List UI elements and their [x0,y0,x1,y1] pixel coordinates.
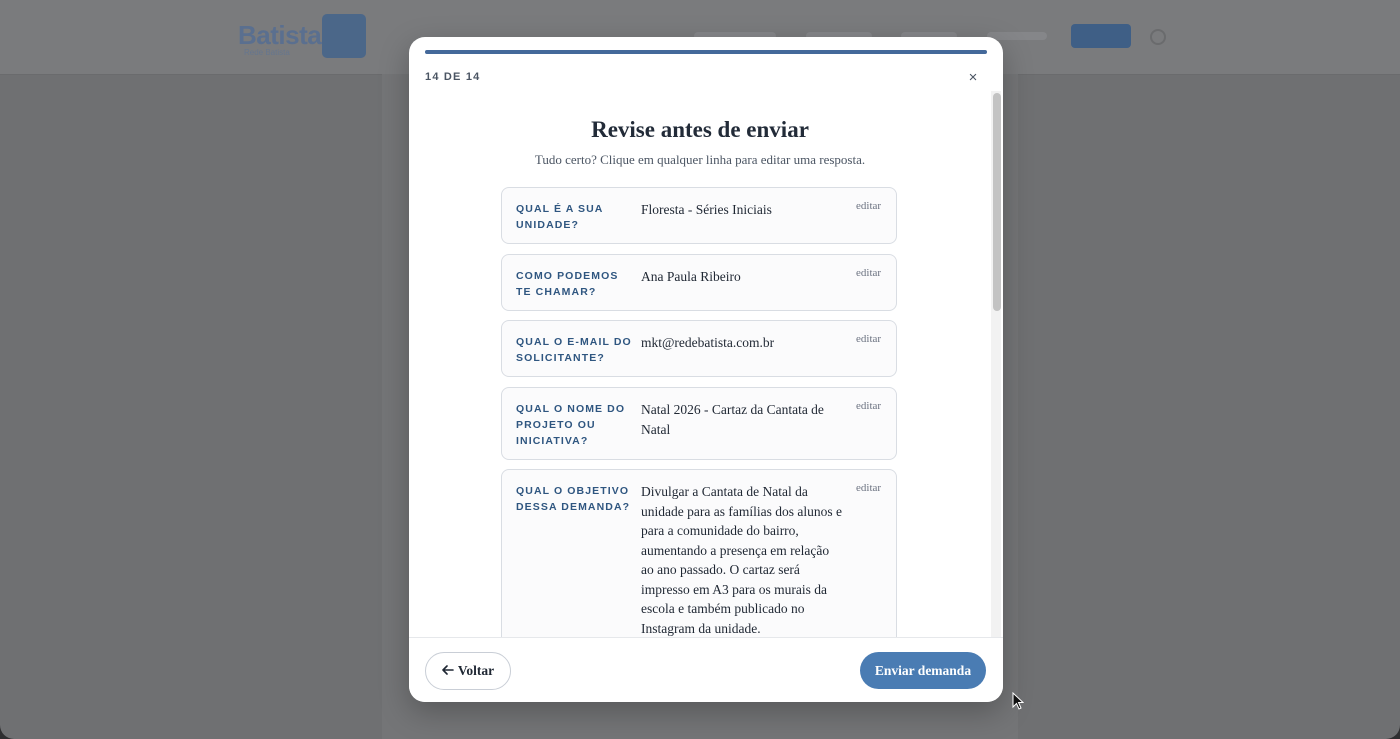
logo-wordmark: Batista [238,20,322,50]
review-row-question: QUAL O NOME DO PROJETO OU INICIATIVA? [516,403,626,447]
review-row-question: QUAL É A SUA UNIDADE? [516,203,604,231]
review-row-nome[interactable]: COMO PODEMOS TE CHAMAR? Ana Paula Ribeir… [501,254,897,311]
search-icon[interactable] [1150,29,1166,45]
scrollbar-thumb[interactable] [993,93,1001,311]
site-logo[interactable]: Batista Rede Batista [236,12,368,60]
send-button[interactable]: Enviar demanda [860,652,986,689]
page-title: Revise antes de enviar [591,117,809,142]
review-row-email[interactable]: QUAL O E-MAIL DO SOLICITANTE? mkt@redeba… [501,320,897,377]
logo-mark-icon [322,14,366,58]
review-modal: 14 DE 14 × Revise antes de enviar Tudo c… [409,37,1003,702]
edit-link[interactable]: editar [856,267,881,279]
review-row-objetivo[interactable]: QUAL O OBJETIVO DESSA DEMANDA? Divulgar … [501,469,897,637]
modal-footer: Voltar Enviar demanda [409,637,1003,702]
review-row-answer: Floresta - Séries Iniciais [641,202,772,217]
review-row-answer: mkt@redebatista.com.br [641,335,775,350]
review-row-answer: Ana Paula Ribeiro [641,269,741,284]
page-subtitle: Tudo certo? Clique em qualquer linha par… [534,152,866,167]
review-row-question: COMO PODEMOS TE CHAMAR? [516,270,619,298]
review-row-answer: Divulgar a Cantata de Natal da unidade p… [641,484,842,636]
edit-link[interactable]: editar [856,482,881,494]
edit-link[interactable]: editar [856,200,881,212]
review-row-projeto[interactable]: QUAL O NOME DO PROJETO OU INICIATIVA? Na… [501,387,897,460]
review-row-unidade[interactable]: QUAL É A SUA UNIDADE? Floresta - Séries … [501,187,897,244]
step-counter: 14 DE 14 [425,71,481,83]
arrow-left-icon [442,663,454,679]
review-row-question: QUAL O E-MAIL DO SOLICITANTE? [516,336,632,364]
edit-link[interactable]: editar [856,400,881,412]
app-window: Batista Rede Batista 14 DE 14 × Revise a… [0,0,1400,739]
back-button[interactable]: Voltar [425,652,511,690]
close-icon[interactable]: × [962,66,984,88]
nav-cta-button[interactable] [1071,24,1131,48]
edit-link[interactable]: editar [856,333,881,345]
back-button-label: Voltar [457,663,495,678]
progress-bar-fill [425,50,987,54]
review-row-question: QUAL O OBJETIVO DESSA DEMANDA? [516,485,631,513]
logo-subtext: Rede Batista [244,48,290,57]
progress-bar [425,50,987,54]
review-scroll-area[interactable]: Revise antes de enviar Tudo certo? Cliqu… [409,91,1003,637]
review-row-answer: Natal 2026 - Cartaz da Cantata de Natal [641,402,824,437]
